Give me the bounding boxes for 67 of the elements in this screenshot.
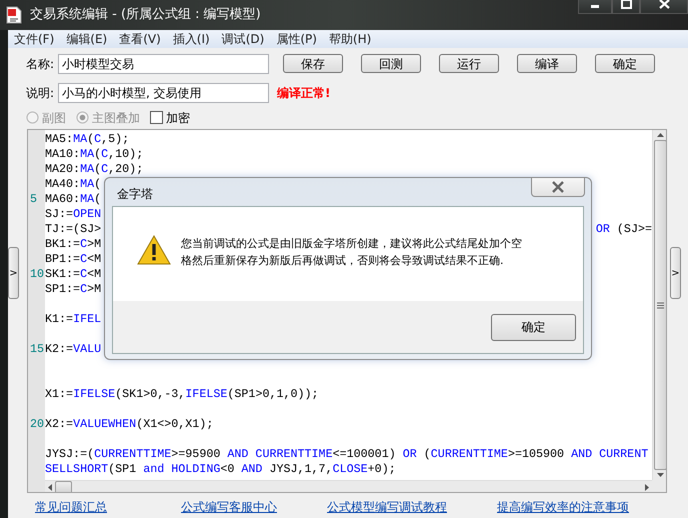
code-line: SELLSHORT(SP1 and HOLDING<0 AND JYSJ,1,7,CLOSE+0); — [45, 462, 396, 477]
line-number: 5 — [30, 192, 38, 206]
code-line: SJ:=OPEN — [45, 207, 102, 222]
maximize-button[interactable] — [612, 0, 640, 14]
grip-icon — [657, 302, 664, 308]
code-line: BP1:=C<M — [45, 252, 102, 267]
close-button[interactable] — [640, 0, 688, 14]
code-line: K2:=VALU — [45, 342, 102, 357]
line-number: 20 — [30, 417, 44, 431]
compile-status: 编译正常! — [277, 84, 330, 102]
code-line: MA60:MA( — [45, 192, 102, 207]
code-line: K1:=IFEL — [45, 312, 102, 327]
menu-item[interactable]: 调试(D) — [222, 30, 264, 48]
toolbar-button[interactable]: 运行 — [439, 54, 499, 73]
toolbar-button[interactable]: 回测 — [361, 54, 421, 73]
close-icon — [658, 0, 670, 8]
help-link[interactable]: 常见问题汇总 — [35, 498, 107, 516]
code-line: X1:=IFELSE(SK1>0,-3,IFELSE(SP1>0,1,0)); — [45, 387, 319, 402]
code-line: MA20:MA(C,20); — [45, 162, 144, 177]
radio-label: 副图 — [42, 110, 66, 126]
help-link[interactable]: 提高编写效率的注意事项 — [497, 498, 629, 516]
window-title: 交易系统编辑 - (所属公式组 : 编写模型) — [30, 6, 261, 24]
code-line: X2:=VALUEWHEN(X1<>0,X1); — [45, 417, 214, 432]
scrollbar-thumb[interactable] — [654, 140, 666, 470]
help-link[interactable]: 公式编写客服中心 — [181, 498, 277, 516]
line-number: 15 — [30, 342, 44, 356]
code-line: SK1:=C<M — [45, 267, 102, 282]
description-field[interactable]: 小马的小时模型, 交易使用 — [58, 82, 269, 102]
code-line: MA40:MA( — [45, 177, 102, 192]
help-link[interactable]: 公式模型编写调试教程 — [327, 498, 447, 516]
toolbar-button[interactable]: 保存 — [283, 54, 343, 73]
vertical-scrollbar[interactable] — [652, 130, 666, 480]
checkbox-label: 加密 — [166, 110, 190, 126]
menu-item[interactable]: 编辑(E) — [66, 30, 108, 48]
radio-label: 主图叠加 — [92, 110, 140, 126]
code-line: MA10:MA(C,10); — [45, 147, 144, 162]
menu-item[interactable]: 文件(F) — [14, 30, 54, 48]
code-line: MA5:MA(C,5); — [45, 132, 130, 147]
warning-icon — [137, 235, 171, 265]
close-icon — [550, 181, 566, 193]
menu-item[interactable]: 帮助(H) — [328, 30, 372, 48]
message-text: 您当前调试的公式是由旧版金字塔所创建，建议将此公式结尾处加个空 — [181, 236, 522, 252]
toolbar-button[interactable]: 确定 — [595, 54, 655, 73]
line-number: 10 — [30, 267, 44, 281]
minimize-button[interactable] — [578, 0, 612, 14]
maximize-icon — [620, 0, 632, 8]
code-line: TJ:=(SJ> — [45, 222, 102, 237]
dialog-title: 金字塔 — [117, 186, 153, 203]
description-label: 说明: — [24, 84, 55, 102]
code-line: JYSJ:=(CURRENTTIME>=95900 AND CURRENTTIME<=100001) OR (CURRENTTIME>=105900 AND CURRENT — [45, 447, 648, 462]
code-line: OR (SJ>= — [596, 222, 652, 237]
toolbar-button[interactable]: 编译 — [517, 54, 577, 73]
code-line: BK1:=C>M — [45, 237, 102, 252]
name-field[interactable]: 小时模型交易 — [58, 54, 269, 74]
ok-button[interactable]: 确定 — [491, 314, 576, 340]
expand-right-button[interactable]: > — [670, 247, 681, 299]
code-line: SP1:=C>M — [45, 282, 102, 297]
menu-item[interactable]: 查看(V) — [119, 30, 161, 48]
expand-left-button[interactable]: > — [8, 247, 19, 299]
name-label: 名称: — [24, 56, 55, 72]
scrollbar-thumb[interactable] — [55, 481, 72, 492]
checkbox[interactable] — [150, 111, 163, 124]
message-text: 格然后重新保存为新版后再做调试，否则将会导致调试结果不正确. — [181, 253, 504, 269]
horizontal-scrollbar[interactable] — [45, 480, 652, 492]
menu-item[interactable]: 属性(P) — [276, 30, 317, 48]
menu-item[interactable]: 插入(I) — [172, 30, 210, 48]
app-icon — [6, 6, 22, 24]
